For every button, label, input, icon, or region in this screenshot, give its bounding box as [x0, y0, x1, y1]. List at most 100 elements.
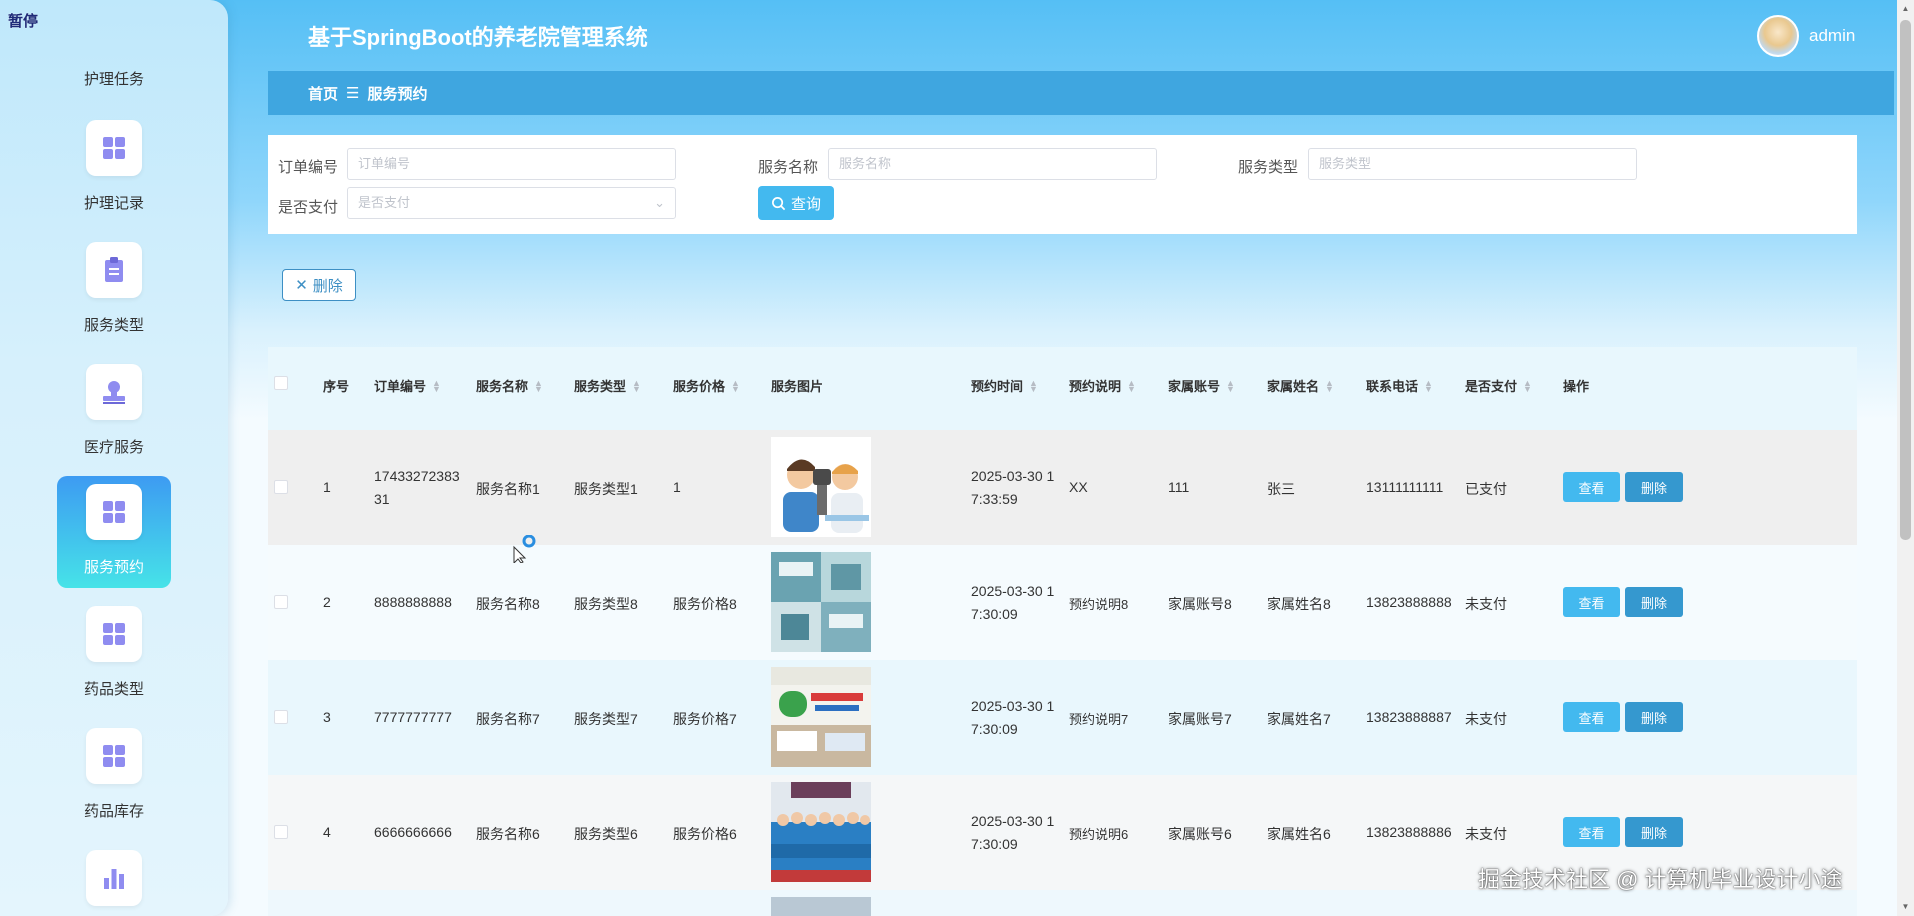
scroll-up-icon[interactable]: ▲: [1900, 4, 1911, 13]
sidebar-item-label: 药品类型: [83, 681, 144, 698]
cell-family-account: 家属账号6: [1168, 826, 1232, 842]
view-button[interactable]: 查看: [1563, 702, 1620, 732]
sidebar-item-label: 服务预约: [83, 559, 144, 576]
delete-button[interactable]: 删除: [1625, 702, 1683, 732]
header-paid[interactable]: 是否支付 ▲ ▼: [1465, 376, 1532, 395]
header-label: 服务类型: [574, 379, 627, 394]
order-no-label: 订单编号: [278, 159, 339, 176]
sidebar-item-label: 服务类型: [83, 317, 144, 334]
delete-button[interactable]: 删除: [1625, 472, 1683, 502]
menu-icon: ☰: [346, 85, 360, 102]
sort-icon[interactable]: ▲ ▼: [1424, 378, 1433, 393]
cell-booking-time: 2025-03-30 1: [971, 698, 1055, 714]
user-menu[interactable]: admin: [1757, 15, 1855, 57]
sidebar-item-service-booking[interactable]: 服务预约: [57, 476, 171, 588]
bar-chart-icon: [86, 850, 142, 906]
scroll-down-icon[interactable]: ▼: [1900, 902, 1911, 911]
sidebar-top-label: 暂停: [8, 13, 39, 30]
sort-icon[interactable]: ▲ ▼: [1523, 378, 1532, 393]
search-panel: 订单编号 订单编号 服务名称 服务名称 服务类型 服务类型 是否支付 是否支付 …: [268, 135, 1857, 234]
cell-index: 2: [323, 594, 331, 610]
delete-button[interactable]: 删除: [1625, 587, 1683, 617]
sidebar-item-nursing-record[interactable]: 护理记录: [57, 112, 171, 224]
service-image[interactable]: [771, 897, 871, 916]
view-button[interactable]: 查看: [1563, 472, 1620, 502]
header-family-name[interactable]: 家属姓名 ▲ ▼: [1267, 376, 1334, 395]
row-checkbox[interactable]: [274, 595, 288, 609]
cell-booking-note: 预约说明6: [1069, 827, 1129, 842]
cell-index: 3: [323, 709, 331, 725]
row-checkbox[interactable]: [274, 710, 288, 724]
view-button[interactable]: 查看: [1563, 817, 1620, 847]
cell-service-type: 服务类型1: [574, 481, 638, 497]
avatar[interactable]: [1757, 15, 1799, 57]
username[interactable]: admin: [1809, 26, 1855, 46]
cell-booking-time-cont: 7:30:09: [971, 836, 1018, 852]
header-service-type[interactable]: 服务类型 ▲ ▼: [574, 376, 641, 395]
service-type-label: 服务类型: [1238, 159, 1299, 176]
sort-icon[interactable]: ▲ ▼: [731, 378, 740, 393]
row-checkbox[interactable]: [274, 480, 288, 494]
sidebar-item-label: 医疗服务: [83, 439, 144, 456]
header-service-price[interactable]: 服务价格 ▲ ▼: [673, 376, 740, 395]
order-no-input[interactable]: 订单编号: [347, 148, 676, 180]
sort-icon[interactable]: ▲ ▼: [1226, 378, 1235, 393]
sidebar-item-service-type[interactable]: 服务类型: [57, 234, 171, 346]
row-checkbox[interactable]: [274, 825, 288, 839]
service-image[interactable]: [771, 782, 871, 882]
sort-icon[interactable]: ▲ ▼: [534, 378, 543, 393]
header-service-image: 服务图片: [771, 379, 824, 394]
cell-paid: 未支付: [1465, 826, 1507, 842]
sort-icon[interactable]: ▲ ▼: [632, 378, 641, 393]
sidebar-item-medicine-type[interactable]: 药品类型: [57, 598, 171, 710]
sidebar-item-label: 护理任务: [83, 71, 144, 88]
batch-delete-button[interactable]: ✕ 删除: [282, 269, 356, 301]
view-button[interactable]: 查看: [1563, 587, 1620, 617]
sort-icon[interactable]: ▲ ▼: [432, 378, 441, 393]
cell-family-account: 111: [1168, 479, 1190, 495]
sort-icon[interactable]: ▲ ▼: [1325, 378, 1334, 393]
breadcrumb: 首页 ☰ 服务预约: [268, 71, 1894, 115]
query-button[interactable]: 查询: [758, 186, 834, 220]
sidebar-item-nursing-task[interactable]: 护理任务: [57, 60, 171, 100]
cell-family-account: 家属账号8: [1168, 596, 1232, 612]
header-booking-note[interactable]: 预约说明 ▲ ▼: [1069, 376, 1136, 395]
header-phone[interactable]: 联系电话 ▲ ▼: [1366, 376, 1433, 395]
cell-service-price: 服务价格8: [673, 596, 737, 612]
paid-label: 是否支付: [278, 199, 339, 216]
paid-select[interactable]: 是否支付 ⌄: [347, 187, 676, 219]
header-label: 联系电话: [1366, 379, 1419, 394]
service-image[interactable]: [771, 667, 871, 767]
header-booking-time[interactable]: 预约时间 ▲ ▼: [971, 376, 1038, 395]
header-label: 服务价格: [673, 379, 726, 394]
sort-icon[interactable]: ▲ ▼: [1127, 378, 1136, 393]
sort-icon[interactable]: ▲ ▼: [1029, 378, 1038, 393]
sidebar-item-statistics[interactable]: [57, 842, 171, 916]
table-row: 3 7777777777 服务名称7 服务类型7 服务价格7 2025-03-3…: [268, 660, 1857, 775]
service-type-input[interactable]: 服务类型: [1308, 148, 1637, 180]
header-service-name[interactable]: 服务名称 ▲ ▼: [476, 376, 543, 395]
cell-service-type: 服务类型8: [574, 596, 638, 612]
service-image[interactable]: [771, 552, 871, 652]
cell-booking-time-cont: 7:30:09: [971, 606, 1018, 622]
header-order-no[interactable]: 订单编号 ▲ ▼: [374, 376, 441, 395]
cell-order-no-cont: 31: [374, 491, 390, 507]
header-family-account[interactable]: 家属账号 ▲ ▼: [1168, 376, 1235, 395]
grid-icon: [86, 728, 142, 784]
service-image[interactable]: [771, 437, 871, 537]
cell-service-name: 服务名称6: [476, 826, 540, 842]
sidebar-item-medical-service[interactable]: 医疗服务: [57, 356, 171, 468]
delete-button[interactable]: 删除: [1625, 817, 1683, 847]
cell-order-no: 8888888888: [374, 594, 452, 610]
grid-icon: [86, 120, 142, 176]
service-name-input[interactable]: 服务名称: [828, 148, 1157, 180]
breadcrumb-home[interactable]: 首页: [308, 83, 338, 104]
grid-icon: [86, 484, 142, 540]
cell-family-account: 家属账号7: [1168, 711, 1232, 727]
select-all-checkbox[interactable]: [274, 376, 288, 390]
header-index: 序号: [323, 379, 350, 394]
sidebar-item-medicine-stock[interactable]: 药品库存: [57, 720, 171, 832]
cell-phone: 13823888888: [1366, 594, 1452, 610]
header-actions: 操作: [1563, 379, 1590, 394]
scrollbar-thumb[interactable]: [1900, 20, 1911, 540]
